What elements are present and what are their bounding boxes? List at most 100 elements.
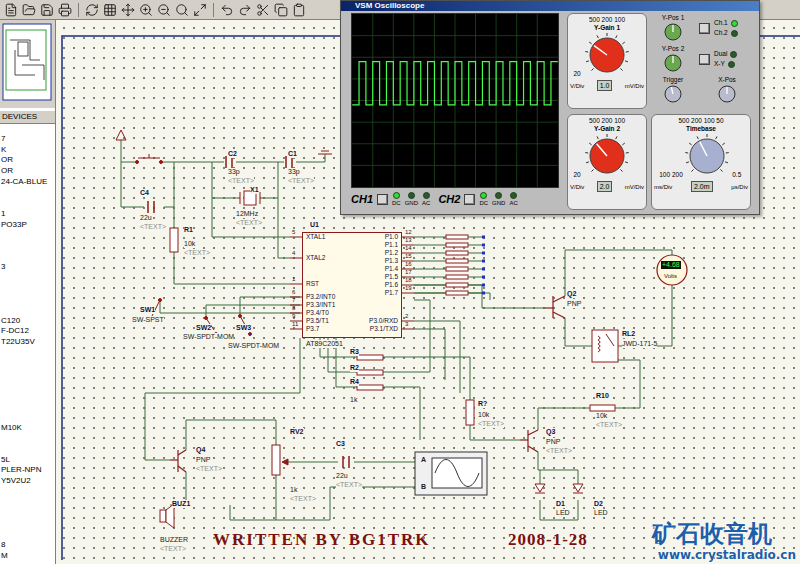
wire[interactable] bbox=[236, 162, 284, 163]
coupling-mode[interactable]: GND bbox=[405, 192, 418, 207]
device-item[interactable] bbox=[0, 198, 55, 209]
resistor[interactable] bbox=[414, 243, 485, 247]
wire[interactable] bbox=[383, 357, 470, 400]
component-label[interactable]: X1 bbox=[250, 186, 259, 194]
device-item[interactable]: OR bbox=[0, 166, 55, 177]
component-label[interactable]: Q4 bbox=[196, 446, 205, 454]
device-item[interactable] bbox=[0, 252, 55, 263]
device-item[interactable] bbox=[0, 230, 55, 241]
knob-icon[interactable] bbox=[663, 53, 683, 73]
component-label[interactable]: 10k bbox=[596, 412, 607, 420]
component-label[interactable]: PNP bbox=[567, 300, 581, 308]
device-item[interactable]: 1 bbox=[0, 209, 55, 220]
component-label[interactable]: <TEXT> bbox=[160, 545, 186, 553]
wire[interactable] bbox=[540, 470, 578, 484]
knob-icon[interactable] bbox=[717, 84, 737, 104]
device-item[interactable]: M10K bbox=[0, 423, 55, 434]
potentiometer[interactable] bbox=[272, 445, 288, 475]
device-item[interactable]: 3 bbox=[0, 262, 55, 273]
wire[interactable] bbox=[186, 420, 230, 450]
component-label[interactable]: <TEXT> bbox=[290, 495, 316, 503]
window-title[interactable]: VSM Oscilloscope bbox=[341, 1, 759, 11]
wire[interactable] bbox=[160, 300, 300, 313]
device-item[interactable]: M bbox=[0, 551, 55, 562]
device-item[interactable] bbox=[0, 497, 55, 508]
resistor[interactable] bbox=[414, 267, 485, 271]
resistor[interactable] bbox=[414, 259, 485, 263]
resistor[interactable] bbox=[414, 275, 485, 279]
component-label[interactable]: 22u bbox=[140, 214, 152, 222]
device-item[interactable] bbox=[0, 273, 55, 284]
tool-icon[interactable] bbox=[85, 3, 99, 17]
wire[interactable] bbox=[414, 285, 545, 308]
component-label[interactable]: PNP bbox=[546, 438, 560, 446]
scope-instrument[interactable] bbox=[415, 452, 487, 495]
device-item[interactable] bbox=[0, 412, 55, 423]
component-label[interactable]: R2 bbox=[350, 364, 359, 372]
component-label[interactable]: LED bbox=[556, 509, 570, 517]
component-label[interactable]: <TEXT> bbox=[478, 420, 504, 428]
wire[interactable] bbox=[121, 162, 135, 163]
device-item[interactable] bbox=[0, 369, 55, 380]
device-item[interactable] bbox=[0, 284, 55, 295]
component-label[interactable]: C1 bbox=[288, 150, 297, 158]
channel-button[interactable] bbox=[377, 194, 388, 205]
tool-icon[interactable] bbox=[103, 3, 117, 17]
dial-knob[interactable] bbox=[584, 32, 630, 78]
device-item[interactable] bbox=[0, 391, 55, 402]
tool-icon[interactable] bbox=[58, 3, 72, 17]
coupling-mode[interactable]: AC bbox=[509, 192, 517, 207]
device-item[interactable] bbox=[0, 294, 55, 305]
dial-knob[interactable] bbox=[584, 133, 630, 179]
component-label[interactable]: R10 bbox=[596, 392, 609, 400]
overview-map[interactable] bbox=[0, 20, 55, 108]
component-label[interactable]: U1 bbox=[310, 221, 319, 229]
device-item[interactable] bbox=[0, 305, 55, 316]
component-label[interactable]: <TEXT> bbox=[288, 177, 314, 185]
led[interactable] bbox=[535, 484, 583, 493]
component-label[interactable]: SW-SPST bbox=[132, 316, 164, 324]
component-label[interactable]: 10k bbox=[184, 240, 195, 248]
device-item[interactable] bbox=[0, 348, 55, 359]
wire[interactable] bbox=[230, 475, 276, 520]
wire[interactable] bbox=[538, 408, 590, 430]
wire[interactable] bbox=[615, 360, 640, 408]
component-label[interactable]: R3 bbox=[350, 348, 359, 356]
switch-group[interactable]: DualX-Y bbox=[699, 50, 755, 68]
tool-icon[interactable] bbox=[256, 3, 270, 17]
tool-icon[interactable] bbox=[40, 3, 54, 17]
component-label[interactable]: SW3 bbox=[236, 324, 251, 332]
component-label[interactable]: 1k bbox=[350, 396, 357, 404]
control-knob[interactable]: X-Pos bbox=[699, 76, 755, 104]
coupling-mode[interactable]: DC bbox=[392, 192, 401, 207]
wire[interactable] bbox=[296, 154, 325, 162]
oscilloscope-window[interactable]: VSM OscilloscopeCH1DCGNDACCH2DCGNDAC500 … bbox=[340, 0, 760, 215]
component-label[interactable]: <TEXT> bbox=[236, 219, 262, 227]
component-label[interactable]: <TEXT> bbox=[140, 223, 166, 231]
device-item[interactable] bbox=[0, 433, 55, 444]
device-item[interactable] bbox=[0, 380, 55, 391]
coupling-mode[interactable]: GND bbox=[492, 192, 505, 207]
resistor[interactable] bbox=[414, 283, 485, 287]
wire[interactable] bbox=[145, 393, 170, 460]
resistor[interactable] bbox=[414, 251, 485, 255]
wire[interactable] bbox=[230, 420, 276, 445]
component-label[interactable]: <TEXT> bbox=[546, 447, 572, 455]
wire[interactable] bbox=[538, 452, 540, 484]
component-label[interactable]: 22u bbox=[336, 472, 348, 480]
switch[interactable] bbox=[152, 299, 252, 336]
tool-icon[interactable] bbox=[121, 3, 135, 17]
component-label[interactable]: BUZZER bbox=[160, 536, 188, 544]
tool-icon[interactable] bbox=[220, 3, 234, 17]
tool-icon[interactable] bbox=[238, 3, 252, 17]
device-item[interactable]: Y5V2U2 bbox=[0, 476, 55, 487]
device-item[interactable] bbox=[0, 444, 55, 455]
device-item[interactable] bbox=[0, 401, 55, 412]
component-label[interactable]: 12MHz bbox=[236, 210, 258, 218]
device-item[interactable] bbox=[0, 529, 55, 540]
component-label[interactable]: <TEXT> bbox=[336, 481, 362, 489]
device-item[interactable]: PLER-NPN bbox=[0, 465, 55, 476]
device-item[interactable]: PO33P bbox=[0, 220, 55, 231]
wire[interactable] bbox=[276, 487, 415, 520]
component-label[interactable]: R? bbox=[478, 400, 487, 408]
